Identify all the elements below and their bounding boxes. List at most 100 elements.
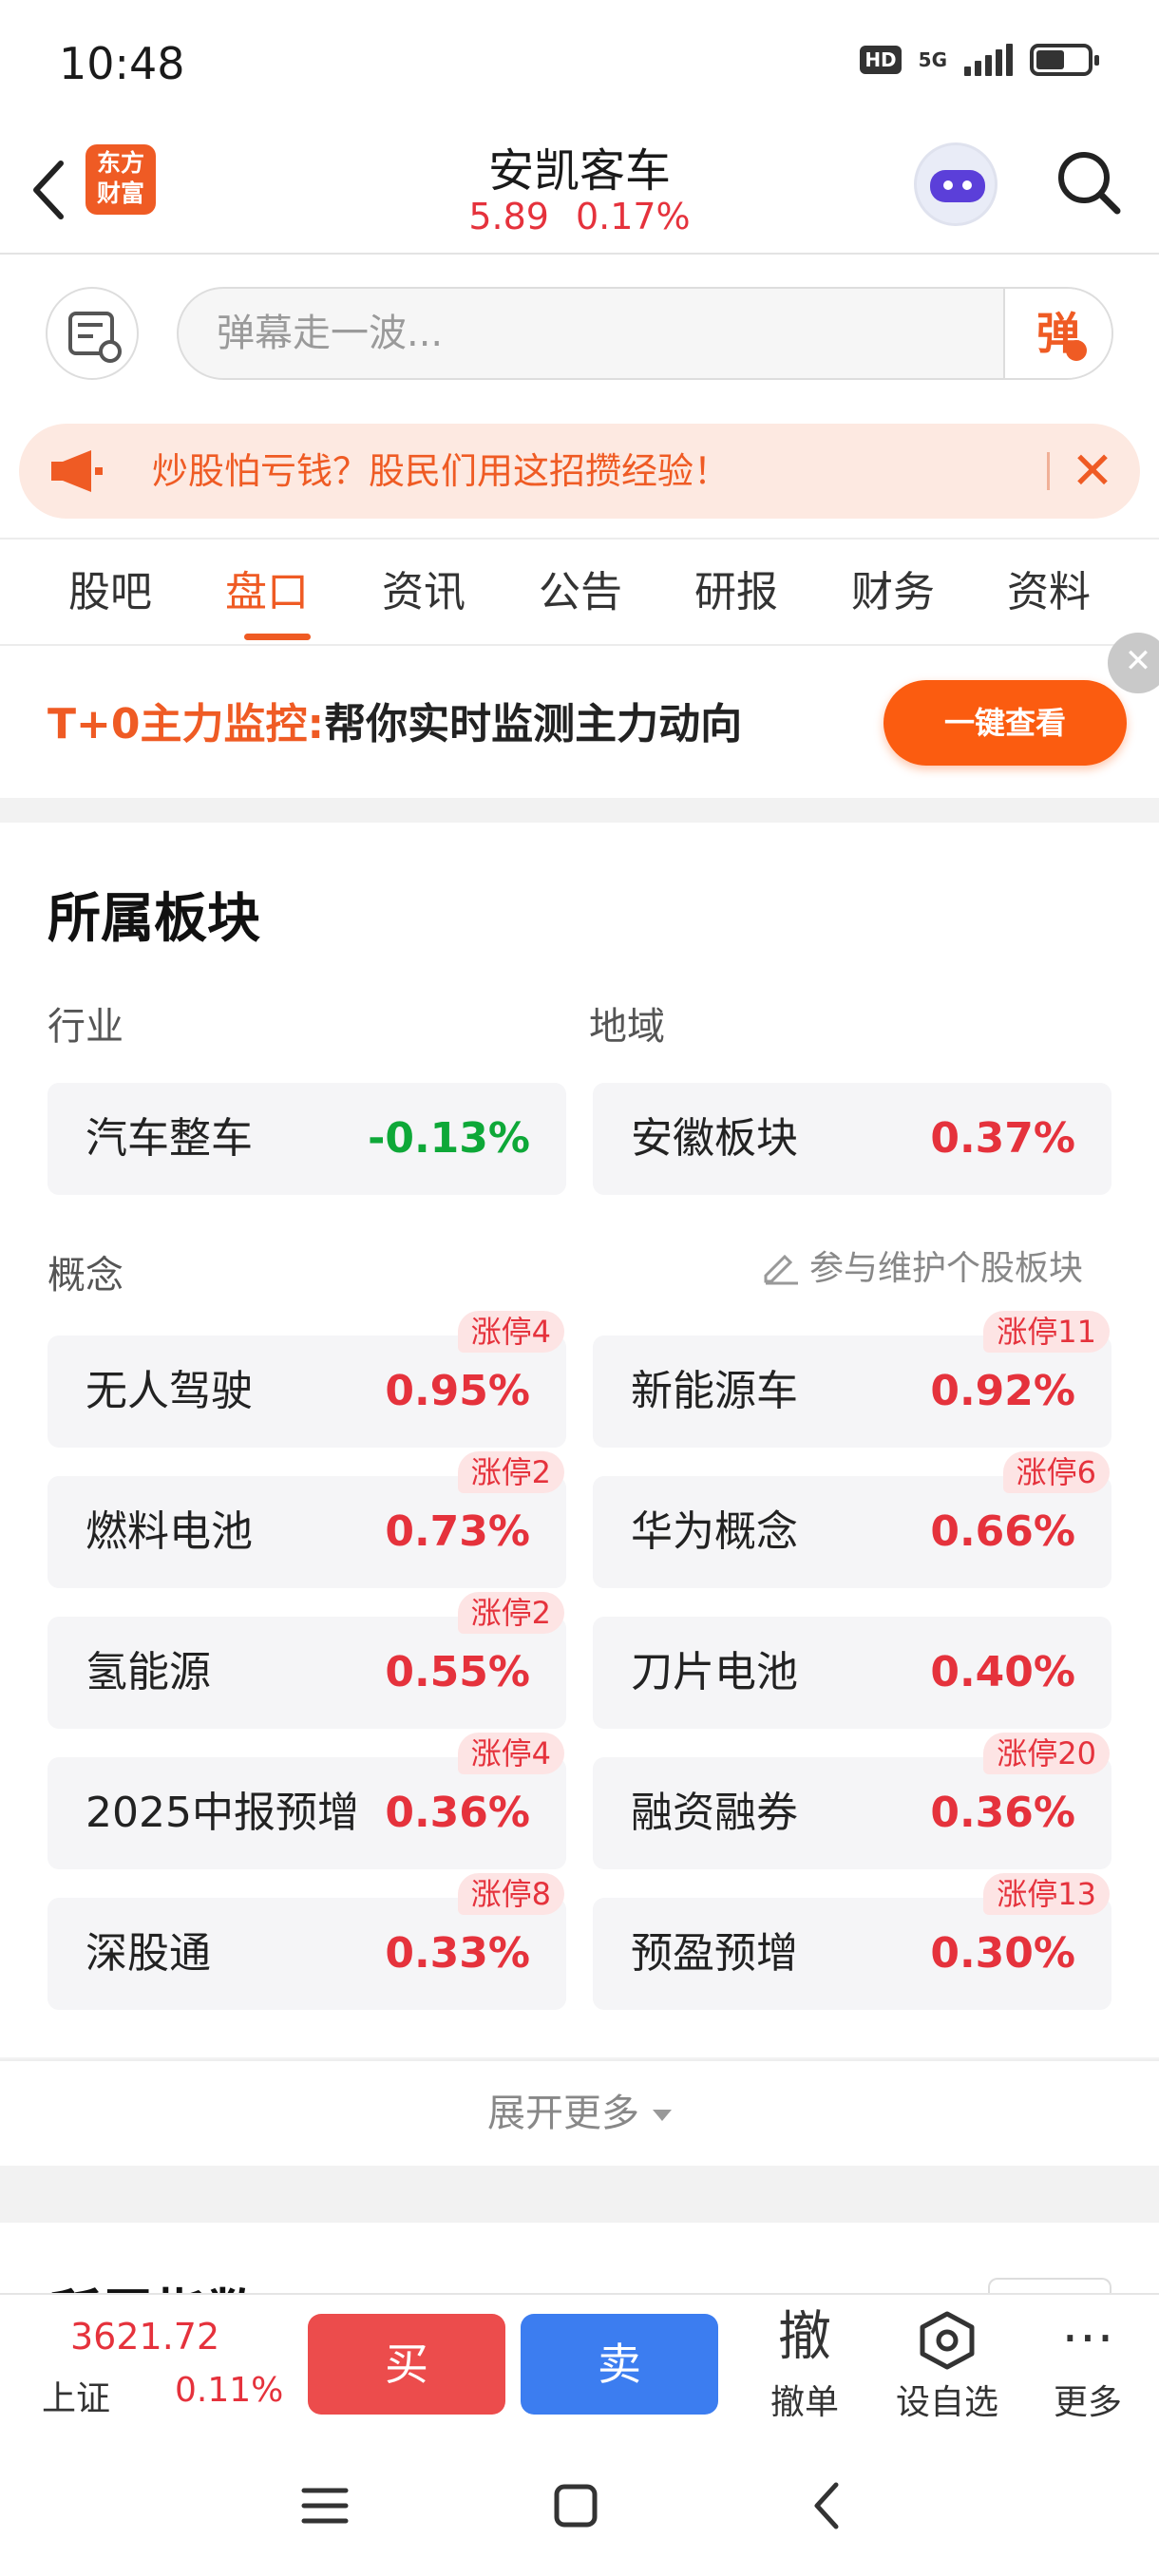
signal-icon <box>964 44 1013 76</box>
maintain-label: 参与维护个股板块 <box>809 1249 1084 1288</box>
hexagon-settings-icon <box>920 2311 975 2370</box>
promo-banner[interactable]: T+0主力监控:帮你实时监测主力动向 一键查看 ✕ <box>0 633 1159 798</box>
menu-icon[interactable] <box>294 2475 355 2536</box>
tab-label: 盘口 <box>225 568 309 616</box>
tab-label: 资讯 <box>382 568 466 616</box>
watchlist-icon-wrap <box>885 2301 1009 2375</box>
tab-news[interactable]: 资讯 <box>357 540 490 646</box>
tab-active-indicator <box>244 634 311 640</box>
tab-label: 财务 <box>851 568 935 616</box>
tab-label: 公告 <box>539 568 622 616</box>
notice-close-button[interactable]: ✕ <box>1066 445 1119 498</box>
tab-bar: 股吧 盘口 资讯 公告 研报 财务 资料 <box>0 538 1159 646</box>
tab-pankou[interactable]: 盘口 <box>200 540 333 646</box>
concept-name: 氢能源 <box>86 1648 211 1696</box>
limit-up-badge: 涨停2 <box>457 1592 564 1634</box>
sector-change: 0.37% <box>930 1114 1075 1163</box>
battery-icon <box>1030 44 1099 76</box>
index-name: 上证 <box>42 2379 111 2418</box>
danmu-bar: 弹幕走一波... 弹 <box>0 255 1159 418</box>
sector-chip-industry[interactable]: 汽车整车 -0.13% <box>48 1083 566 1195</box>
caret-down-icon <box>653 2110 672 2121</box>
limit-up-badge: 涨停20 <box>983 1733 1110 1774</box>
concept-name: 华为概念 <box>631 1507 798 1556</box>
index-value: 3621.72 <box>70 2316 220 2358</box>
concept-name: 2025中报预增 <box>86 1789 359 1837</box>
close-icon: ✕ <box>1124 642 1152 680</box>
notice-container: 炒股怕亏钱？股民们用这招攒经验！ ✕ <box>0 418 1159 538</box>
index-card: 所属指数 <box>0 2223 1159 2299</box>
concept-name: 无人驾驶 <box>86 1367 253 1415</box>
promo-view-button[interactable]: 一键查看 <box>884 680 1127 766</box>
concept-name: 新能源车 <box>631 1367 798 1415</box>
tab-label: 资料 <box>1007 568 1091 616</box>
danmu-settings-button[interactable] <box>46 287 139 380</box>
concept-name: 深股通 <box>86 1929 211 1978</box>
limit-up-badge: 涨停4 <box>457 1733 564 1774</box>
home-icon[interactable] <box>545 2475 606 2536</box>
limit-up-badge: 涨停11 <box>983 1311 1110 1353</box>
notice-banner[interactable]: 炒股怕亏钱？股民们用这招攒经验！ ✕ <box>19 424 1140 519</box>
more-label: 更多 <box>1053 2383 1122 2422</box>
limit-up-badge: 涨停13 <box>983 1873 1110 1915</box>
sectors-card: 所属板块 行业 地域 汽车整车 -0.13% 安徽板块 0.37% 概念 参与维… <box>0 823 1159 2166</box>
promo-text: T+0主力监控:帮你实时监测主力动向 <box>48 690 742 750</box>
promo-close-button[interactable]: ✕ <box>1108 633 1159 693</box>
edit-icon <box>764 1254 798 1285</box>
megaphone-icon <box>51 450 103 492</box>
add-watchlist-label: 设自选 <box>895 2383 998 2422</box>
search-button[interactable] <box>1053 146 1125 218</box>
limit-up-badge: 涨停2 <box>457 1451 564 1493</box>
cancel-order-button[interactable]: 撤 撤单 <box>743 2301 866 2424</box>
danmu-input[interactable]: 弹幕走一波... 弹 <box>177 287 1113 380</box>
industry-label: 行业 <box>48 1005 124 1049</box>
section-title: 所属板块 <box>48 888 260 950</box>
cancel-order-icon: 撤 <box>778 2306 831 2368</box>
concept-name: 融资融券 <box>631 1789 798 1837</box>
region-label: 地域 <box>589 1005 665 1049</box>
robot-assistant-icon[interactable] <box>914 142 998 226</box>
more-icon: ⋯ <box>1061 2306 1114 2368</box>
tab-guba[interactable]: 股吧 <box>44 540 177 646</box>
sector-chip-region[interactable]: 安徽板块 0.37% <box>593 1083 1112 1195</box>
hd-icon: HD <box>860 46 902 74</box>
back-nav-icon[interactable] <box>798 2475 859 2536</box>
more-button[interactable]: ⋯ 更多 <box>1026 2301 1150 2424</box>
trade-bar: 3621.72 上证 0.11% 买 卖 撤 撤单 设自选 ⋯ 更多 <box>0 2293 1159 2434</box>
close-icon: ✕ <box>1071 441 1114 501</box>
danmu-placeholder: 弹幕走一波... <box>217 312 444 355</box>
sector-name: 安徽板块 <box>631 1114 798 1163</box>
system-nav-bar <box>0 2434 1159 2576</box>
notice-divider <box>1047 452 1050 490</box>
stock-price: 5.89 <box>468 196 549 237</box>
concept-name: 燃料电池 <box>86 1507 253 1556</box>
sell-button[interactable]: 卖 <box>521 2314 718 2415</box>
tab-research[interactable]: 研报 <box>670 540 803 646</box>
tab-announcements[interactable]: 公告 <box>514 540 647 646</box>
concept-change: 0.40% <box>930 1648 1075 1696</box>
sector-change: -0.13% <box>368 1114 530 1163</box>
buy-button[interactable]: 买 <box>308 2314 505 2415</box>
concept-chip[interactable]: 刀片电池 0.40% <box>593 1617 1112 1729</box>
tab-profile[interactable]: 资料 <box>982 540 1115 646</box>
maintain-sectors-link[interactable]: 参与维护个股板块 <box>760 1241 1083 1290</box>
tab-finance[interactable]: 财务 <box>826 540 960 646</box>
search-icon <box>1058 152 1121 215</box>
danmu-settings-icon <box>68 312 122 363</box>
limit-up-badge: 涨停4 <box>457 1311 564 1353</box>
concept-name: 预盈预增 <box>631 1929 798 1978</box>
tab-label: 股吧 <box>68 568 152 616</box>
sector-name: 汽车整车 <box>86 1114 253 1163</box>
add-watchlist-button[interactable]: 设自选 <box>885 2301 1009 2424</box>
expand-label: 展开更多 <box>487 2092 639 2135</box>
status-time: 10:48 <box>59 38 185 89</box>
check-icon <box>1066 340 1087 361</box>
notice-text: 炒股怕亏钱？股民们用这招攒经验！ <box>152 450 731 492</box>
limit-up-badge: 涨停6 <box>1002 1451 1110 1493</box>
danmu-send-button[interactable]: 弹 <box>1003 289 1112 378</box>
concept-label: 概念 <box>48 1254 124 1297</box>
expand-more-button[interactable]: 展开更多 <box>0 2061 1159 2166</box>
network-type: 5G <box>918 48 947 71</box>
promo-body: 帮你实时监测主力动向 <box>324 700 743 748</box>
tab-label: 研报 <box>694 568 778 616</box>
